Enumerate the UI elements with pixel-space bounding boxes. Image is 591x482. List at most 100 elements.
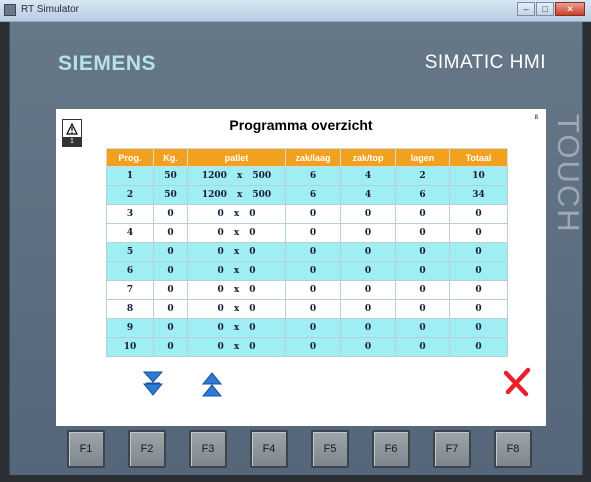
- f5-key[interactable]: F5: [311, 430, 349, 468]
- hmi-screen: 1 Programma overzicht 8 Prog. Kg. pallet…: [56, 109, 546, 426]
- double-chevron-up-icon: [201, 372, 223, 397]
- cell-zak-top: 0: [340, 299, 396, 319]
- cell-kg: 0: [153, 299, 188, 319]
- cell-zak-laag: 0: [285, 318, 341, 338]
- cell-zak-top: 0: [340, 337, 396, 357]
- cell-kg: 0: [153, 204, 188, 224]
- cell-zak-top: 4: [340, 166, 396, 186]
- close-screen-button[interactable]: [502, 367, 532, 397]
- cell-totaal: 0: [449, 299, 508, 319]
- pallet-width: 0: [249, 323, 256, 333]
- f6-key[interactable]: F6: [372, 430, 410, 468]
- program-table: Prog. Kg. pallet zak/laag zak/top lagen …: [106, 148, 508, 357]
- cell-lagen: 0: [395, 204, 450, 224]
- pallet-length: 1200: [201, 171, 227, 181]
- cell-zak-top: 0: [340, 261, 396, 281]
- cell-zak-top: 0: [340, 318, 396, 338]
- cell-lagen: 6: [395, 185, 450, 205]
- cell-pallet: 0x0: [187, 261, 286, 281]
- f4-key[interactable]: F4: [250, 430, 288, 468]
- cell-kg: 50: [153, 166, 188, 186]
- table-row[interactable]: 700x00000: [106, 280, 508, 300]
- pallet-length: 0: [217, 285, 224, 295]
- cell-zak-laag: 6: [285, 166, 341, 186]
- f8-key[interactable]: F8: [494, 430, 532, 468]
- model-label: SIMATIC HMI: [424, 52, 546, 73]
- cell-prog: 1: [106, 166, 154, 186]
- pallet-times-sign: x: [233, 209, 240, 219]
- window-close-button[interactable]: ✕: [555, 2, 585, 16]
- pallet-times-sign: x: [236, 171, 243, 181]
- col-header-pallet: pallet: [187, 148, 286, 167]
- col-header-totaal: Totaal: [449, 148, 508, 167]
- cell-prog: 3: [106, 204, 154, 224]
- table-row[interactable]: 800x00000: [106, 299, 508, 319]
- cell-zak-top: 0: [340, 280, 396, 300]
- brand-logo: SIEMENS: [58, 52, 157, 75]
- cell-prog: 5: [106, 242, 154, 262]
- table-row[interactable]: 400x00000: [106, 223, 508, 243]
- table-row[interactable]: 1 50 1200 x 500 6 4 2 10: [106, 166, 508, 186]
- pallet-length: 0: [217, 323, 224, 333]
- pallet-length: 0: [217, 342, 224, 352]
- cell-zak-laag: 0: [285, 223, 341, 243]
- cell-zak-laag: 0: [285, 261, 341, 281]
- table-row[interactable]: 500x00000: [106, 242, 508, 262]
- cell-zak-laag: 0: [285, 280, 341, 300]
- screen-title: Programma overzicht: [229, 117, 373, 133]
- cell-totaal: 0: [449, 318, 508, 338]
- cell-totaal: 34: [449, 185, 508, 205]
- col-header-kg: Kg.: [153, 148, 188, 167]
- cell-pallet: 0x0: [187, 223, 286, 243]
- cell-zak-top: 0: [340, 204, 396, 224]
- maximize-button[interactable]: □: [536, 2, 554, 16]
- f7-key[interactable]: F7: [433, 430, 471, 468]
- f2-key[interactable]: F2: [128, 430, 166, 468]
- cell-lagen: 0: [395, 337, 450, 357]
- pallet-times-sign: x: [233, 304, 240, 314]
- cell-prog: 9: [106, 318, 154, 338]
- f1-key[interactable]: F1: [67, 430, 105, 468]
- table-row[interactable]: 10 0 0 x 0 0 0 0 0: [106, 337, 508, 357]
- cell-lagen: 0: [395, 280, 450, 300]
- col-header-lagen: lagen: [395, 148, 450, 167]
- cell-kg: 0: [153, 280, 188, 300]
- cell-prog: 6: [106, 261, 154, 281]
- scroll-down-button[interactable]: [142, 371, 164, 397]
- cell-lagen: 2: [395, 166, 450, 186]
- window-title: RT Simulator: [21, 4, 79, 15]
- table-row[interactable]: 300x00000: [106, 204, 508, 224]
- cell-lagen: 0: [395, 223, 450, 243]
- cell-totaal: 10: [449, 166, 508, 186]
- cell-prog: 2: [106, 185, 154, 205]
- cell-pallet: 0x0: [187, 242, 286, 262]
- table-row[interactable]: 2 50 1200 x 500 6 4 6 34: [106, 185, 508, 205]
- cell-zak-top: 0: [340, 223, 396, 243]
- pallet-times-sign: x: [233, 342, 240, 352]
- pallet-width: 0: [249, 247, 256, 257]
- cell-totaal: 0: [449, 337, 508, 357]
- table-row[interactable]: 600x00000: [106, 261, 508, 281]
- cell-pallet: 1200 x 500: [187, 166, 286, 186]
- cell-zak-laag: 6: [285, 185, 341, 205]
- touch-label: TOUCH: [551, 114, 586, 234]
- pallet-times-sign: x: [233, 228, 240, 238]
- double-chevron-down-icon: [142, 371, 164, 396]
- pallet-length: 0: [217, 266, 224, 276]
- pallet-width: 0: [249, 266, 256, 276]
- pallet-width: 0: [249, 342, 256, 352]
- cell-zak-laag: 0: [285, 204, 341, 224]
- cell-prog: 4: [106, 223, 154, 243]
- red-x-icon: [503, 367, 531, 397]
- pallet-length: 0: [217, 304, 224, 314]
- f3-key[interactable]: F3: [189, 430, 227, 468]
- cell-lagen: 0: [395, 242, 450, 262]
- pallet-times-sign: x: [233, 285, 240, 295]
- pallet-times-sign: x: [233, 323, 240, 333]
- table-row[interactable]: 900x00000: [106, 318, 508, 338]
- scroll-up-button[interactable]: [201, 371, 223, 397]
- cell-totaal: 0: [449, 223, 508, 243]
- cell-kg: 0: [153, 261, 188, 281]
- minimize-button[interactable]: –: [517, 2, 535, 16]
- cell-totaal: 0: [449, 242, 508, 262]
